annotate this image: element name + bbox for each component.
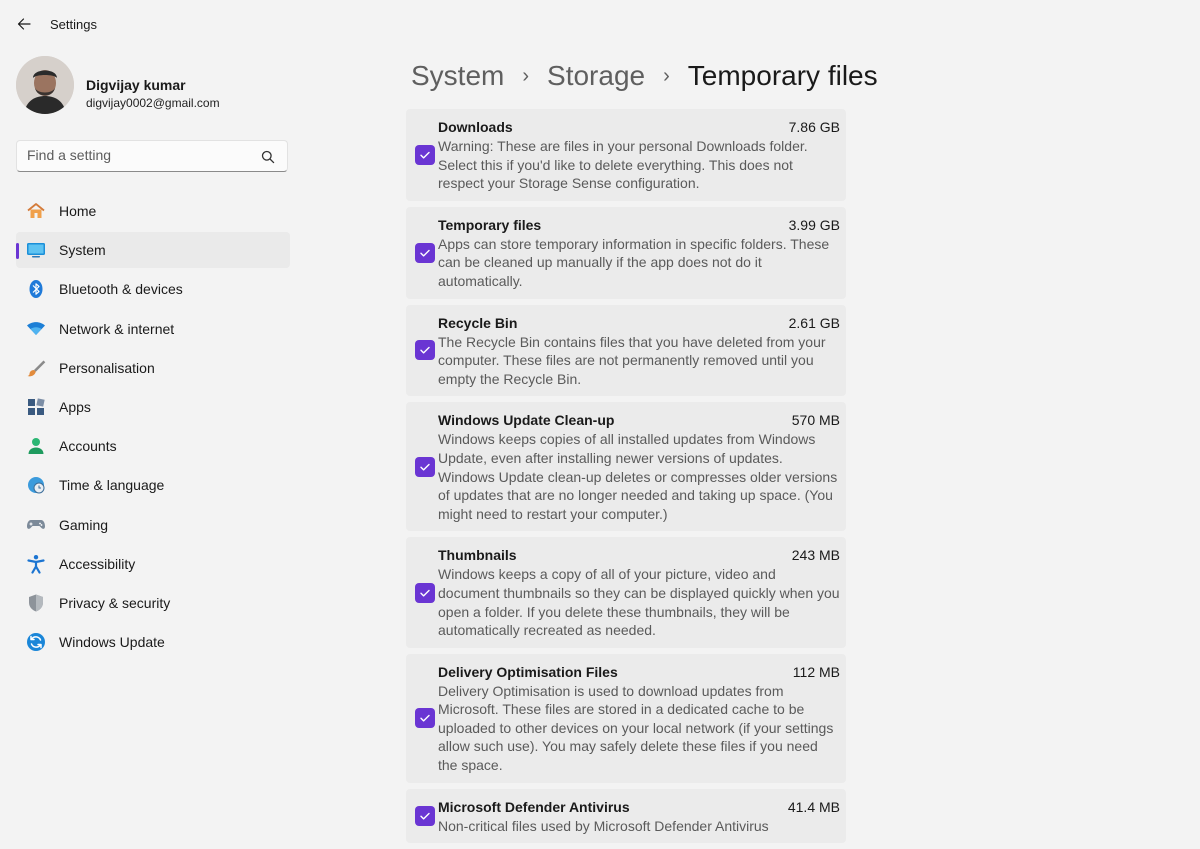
item-description: The Recycle Bin contains files that you … [438,333,826,387]
list-item[interactable]: Downloads 7.86 GB Warning: These are fil… [406,109,846,201]
search-box[interactable] [16,140,288,172]
sidebar-item-home[interactable]: Home [16,193,290,229]
item-description: Warning: These are files in your persona… [438,138,808,192]
home-icon [26,201,46,221]
item-description: Windows keeps a copy of all of your pict… [438,566,840,639]
sidebar: Digvijay kumar digvijay0002@gmail.com Ho… [0,48,300,800]
sidebar-item-label: System [59,242,106,259]
item-description: Windows keeps copies of all installed up… [438,431,838,522]
item-title: Delivery Optimisation Files [438,663,618,680]
chevron-right-icon: › [522,64,530,87]
sidebar-item-accounts[interactable]: Accounts [16,428,290,464]
checkmark-icon [420,714,430,722]
checkmark-icon [420,589,430,597]
list-item[interactable]: Microsoft Defender Antivirus 41.4 MB Non… [406,788,846,844]
item-size: 570 MB [791,412,840,429]
avatar [16,56,74,114]
sidebar-nav: Home System Bluetooth & devices Network … [16,193,290,663]
breadcrumb-system[interactable]: System [411,60,504,92]
bluetooth-icon [26,279,46,299]
checkmark-icon [420,151,430,159]
item-size: 2.61 GB [788,314,840,331]
item-checkbox[interactable] [415,242,435,263]
breadcrumb-storage[interactable]: Storage [547,60,645,92]
sidebar-item-privacy-security[interactable]: Privacy & security [16,585,290,621]
item-size: 41.4 MB [787,798,840,815]
shield-icon [26,593,46,613]
update-icon [26,632,46,652]
item-checkbox[interactable] [415,456,435,477]
item-checkbox[interactable] [415,144,435,165]
item-title: Thumbnails [438,547,517,564]
list-item[interactable]: Temporary files 3.99 GB Apps can store t… [406,206,846,299]
sidebar-item-label: Network & internet [59,320,175,337]
chevron-right-icon: › [663,64,670,87]
title-bar: Settings [0,0,1200,48]
temp-files-list: Downloads 7.86 GB Warning: These are fil… [406,109,846,849]
item-checkbox[interactable] [415,340,435,361]
sidebar-item-time-language[interactable]: Time & language [16,467,290,503]
gamepad-icon [26,515,46,535]
list-item[interactable]: Windows Update Clean-up 570 MB Windows k… [406,402,846,532]
sidebar-item-network-internet[interactable]: Network & internet [16,311,290,347]
profile-name: Digvijay kumar [86,77,186,93]
sidebar-item-bluetooth-devices[interactable]: Bluetooth & devices [16,271,290,307]
item-title: Microsoft Defender Antivirus [438,798,630,815]
item-checkbox[interactable] [415,708,435,729]
sidebar-item-accessibility[interactable]: Accessibility [16,546,290,582]
sidebar-item-label: Accounts [59,438,117,455]
item-description: Apps can store temporary information in … [438,235,830,289]
breadcrumb: System › Storage › Temporary files [411,56,878,96]
system-icon [26,240,46,260]
checkmark-icon [420,463,430,471]
wifi-icon [26,319,46,339]
checkmark-icon [420,812,430,820]
app-title: Settings [50,17,97,32]
user-profile[interactable]: Digvijay kumar digvijay0002@gmail.com [16,56,296,116]
back-button[interactable] [12,12,36,36]
sidebar-item-gaming[interactable]: Gaming [16,507,290,543]
item-title: Recycle Bin [438,314,518,331]
item-title: Temporary files [438,216,542,233]
accessibility-icon [26,554,46,574]
list-item[interactable]: Thumbnails 243 MB Windows keeps a copy o… [406,537,846,648]
profile-email: digvijay0002@gmail.com [86,96,220,110]
brush-icon [26,358,46,378]
item-title: Windows Update Clean-up [438,412,615,429]
person-icon [26,436,46,456]
checkmark-icon [420,347,430,355]
sidebar-item-label: Bluetooth & devices [59,281,183,298]
item-checkbox[interactable] [415,805,435,826]
item-description: Non-critical files used by Microsoft Def… [438,817,769,834]
item-size: 7.86 GB [788,119,840,135]
item-description: Delivery Optimisation is used to downloa… [438,682,834,774]
back-arrow-icon [17,18,31,30]
sidebar-item-label: Gaming [59,516,109,533]
apps-icon [26,397,46,417]
checkmark-icon [420,249,430,257]
sidebar-item-label: Home [59,203,97,219]
sidebar-item-windows-update[interactable]: Windows Update [16,624,290,660]
sidebar-item-label: Time & language [59,477,165,494]
search-input[interactable] [17,141,257,169]
sidebar-item-label: Apps [59,398,91,415]
item-size: 243 MB [791,547,840,564]
page-title: Temporary files [687,60,878,91]
list-item[interactable]: Recycle Bin 2.61 GB The Recycle Bin cont… [406,304,846,397]
sidebar-item-label: Personalisation [59,359,155,376]
item-title: Downloads [438,119,513,135]
search-icon[interactable] [261,150,275,164]
item-size: 112 MB [792,663,840,680]
sidebar-item-system[interactable]: System [16,232,290,269]
item-checkbox[interactable] [415,582,435,603]
sidebar-item-label: Windows Update [59,634,165,651]
sidebar-item-apps[interactable]: Apps [16,389,290,425]
globe-clock-icon [26,475,46,495]
sidebar-item-personalisation[interactable]: Personalisation [16,350,290,386]
list-item[interactable]: Delivery Optimisation Files 112 MB Deliv… [406,653,846,783]
item-size: 3.99 GB [788,216,840,233]
sidebar-item-label: Accessibility [59,555,136,572]
sidebar-item-label: Privacy & security [59,594,171,611]
